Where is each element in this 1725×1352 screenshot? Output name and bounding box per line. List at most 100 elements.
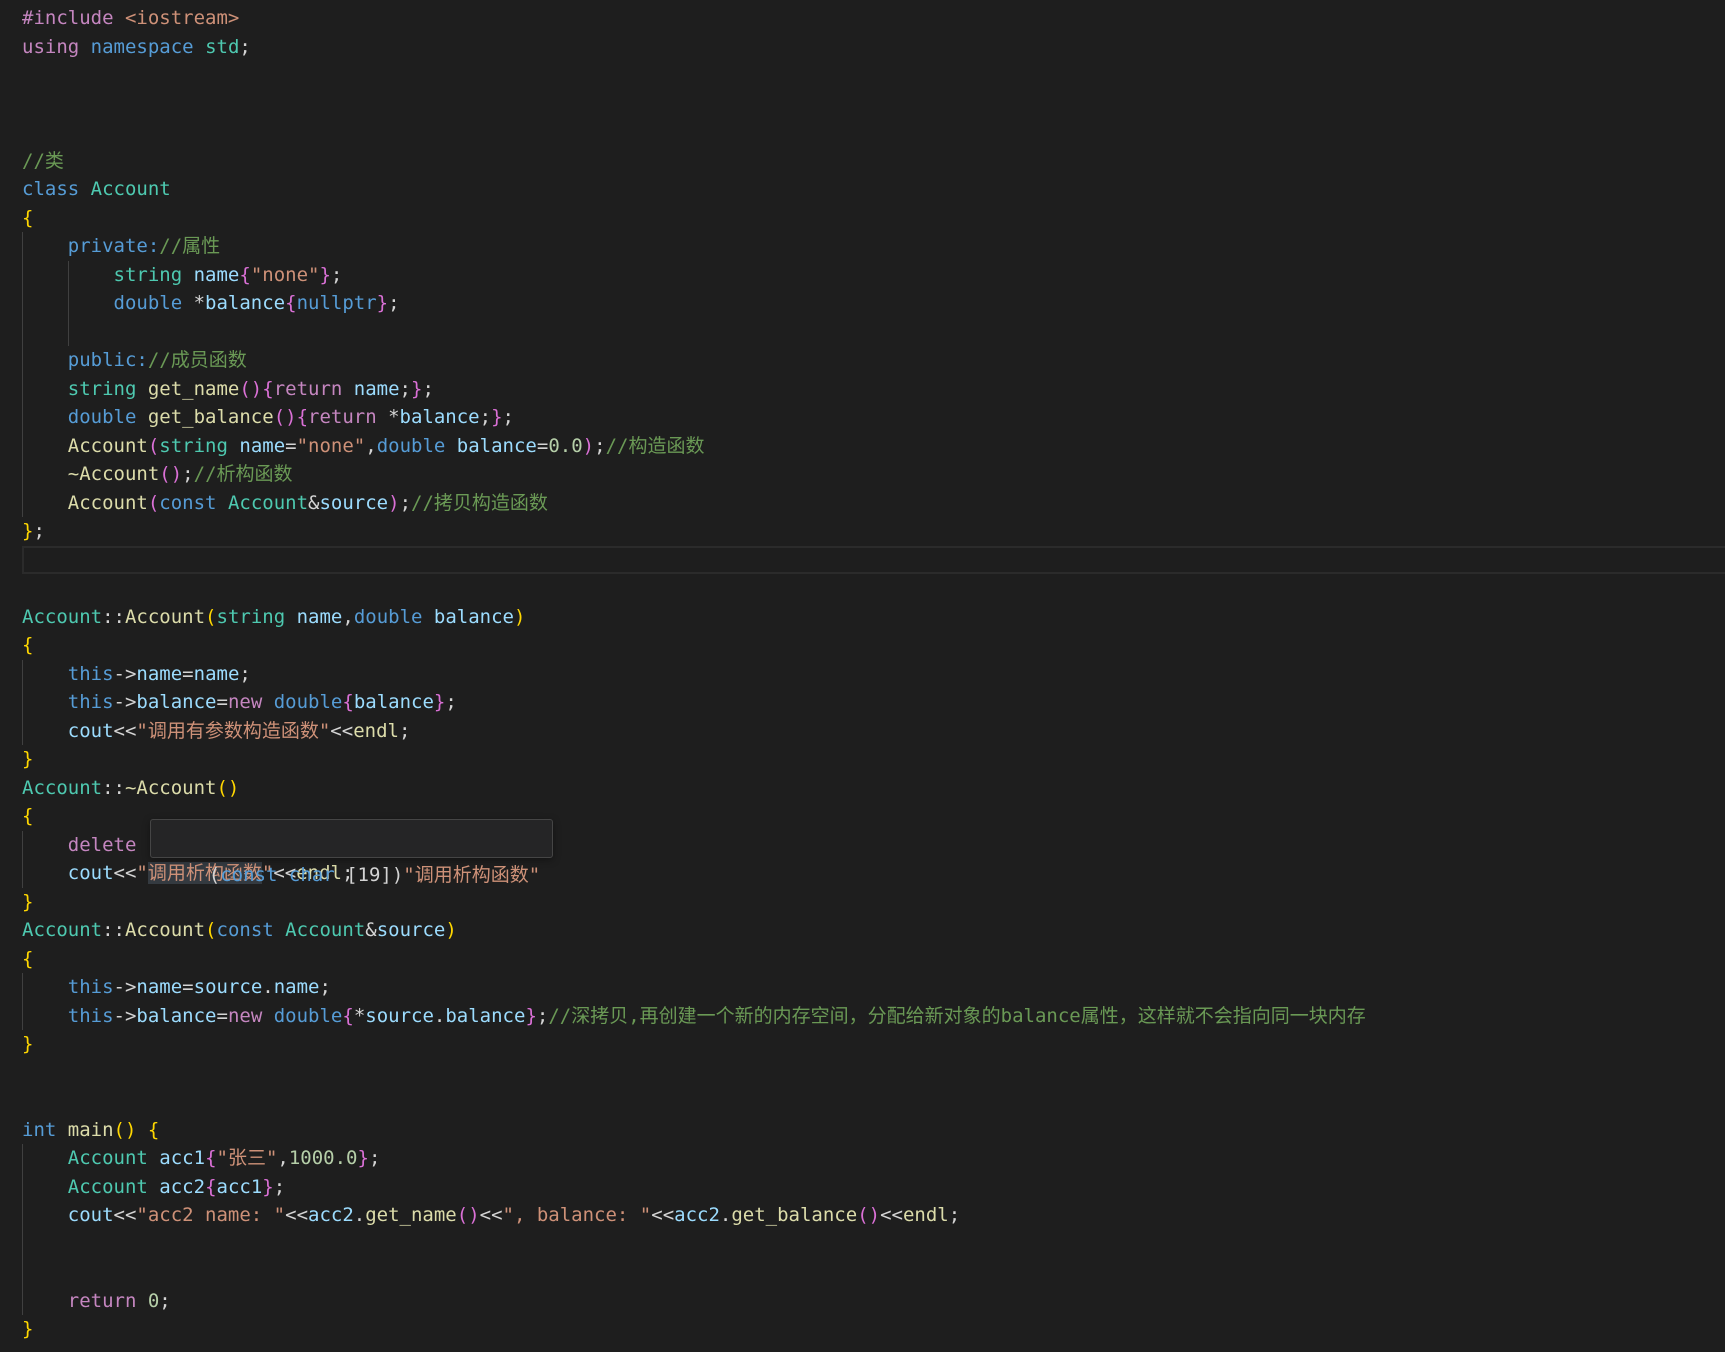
code-line[interactable]: public://成员函数	[22, 346, 1725, 375]
code-token: (){	[239, 377, 274, 400]
code-line[interactable]: Account::Account(string name,double bala…	[22, 603, 1725, 632]
code-token: *	[182, 292, 206, 314]
code-token: ->	[113, 662, 137, 685]
code-token: source	[193, 976, 263, 998]
code-token: return	[22, 1289, 137, 1312]
code-line[interactable]: Account acc2{acc1};	[22, 1173, 1725, 1202]
code-token: (	[147, 434, 160, 457]
code-token: {	[22, 206, 34, 229]
code-line[interactable]	[22, 1258, 1725, 1287]
code-line[interactable]: this->name=source.name;	[22, 973, 1725, 1002]
code-line[interactable]: Account(const Account&source);//拷贝构造函数	[22, 489, 1725, 518]
code-token: "none"	[250, 263, 320, 286]
code-line[interactable]: };	[22, 517, 1725, 546]
code-line[interactable]: }	[22, 1315, 1725, 1344]
code-line[interactable]: private://属性	[22, 232, 1725, 261]
code-line[interactable]	[22, 546, 1725, 575]
code-token: int	[22, 1118, 57, 1141]
code-token: ~Account	[22, 463, 160, 485]
code-token: using	[22, 35, 80, 58]
code-token: ;	[445, 691, 457, 713]
code-token: get_balance	[147, 406, 274, 428]
code-line[interactable]: cout<<"调用有参数构造函数"<<endl;	[22, 717, 1725, 746]
code-token: name	[239, 434, 286, 457]
code-line[interactable]: double get_balance(){return *balance;};	[22, 403, 1725, 432]
code-line[interactable]: Account acc1{"张三",1000.0};	[22, 1144, 1725, 1173]
code-token: 1000.0	[288, 1147, 358, 1169]
code-line[interactable]: Account::~Account()	[22, 774, 1725, 803]
code-token: ;	[948, 1204, 961, 1226]
code-line[interactable]: {	[22, 631, 1725, 660]
code-line[interactable]	[22, 90, 1725, 119]
code-line[interactable]: ~Account();//析构函数	[22, 460, 1725, 489]
code-token: =	[536, 434, 549, 457]
code-token: source	[365, 1004, 434, 1027]
code-token: name	[136, 976, 183, 998]
code-line[interactable]: }	[22, 1030, 1725, 1059]
code-line[interactable]: int main() {	[22, 1116, 1725, 1145]
code-token: }	[411, 377, 423, 400]
code-token: ->	[113, 691, 137, 713]
code-token: =	[182, 976, 194, 998]
code-token: double	[353, 605, 423, 628]
code-token: double	[376, 434, 446, 457]
code-token: double	[273, 691, 343, 713]
code-token: ->	[113, 976, 137, 998]
code-line[interactable]: using namespace std;	[22, 33, 1725, 62]
code-line[interactable]: }	[22, 745, 1725, 774]
code-line[interactable]: #include <iostream>	[22, 4, 1725, 33]
code-area[interactable]: #include <iostream> using namespace std; /…	[22, 4, 1725, 1344]
code-token: }	[491, 406, 503, 428]
code-token: name	[193, 662, 240, 685]
code-token: ()	[456, 1204, 480, 1226]
code-token: <<	[113, 862, 137, 884]
code-token: }	[525, 1004, 537, 1027]
code-token: name	[296, 605, 343, 628]
code-token: ;	[273, 1175, 286, 1198]
code-line[interactable]	[22, 574, 1725, 603]
code-line[interactable]: string name{"none"};	[22, 261, 1725, 290]
code-line[interactable]: {	[22, 204, 1725, 233]
code-token: (	[147, 491, 160, 514]
code-token: .	[433, 1004, 446, 1027]
code-line[interactable]	[22, 1230, 1725, 1259]
code-line[interactable]: {	[22, 945, 1725, 974]
code-token: (){	[273, 406, 309, 428]
code-line[interactable]: double *balance{nullptr};	[22, 289, 1725, 318]
hover-content: (const char [19])"调用析构函数"	[209, 864, 540, 886]
code-line[interactable]: this->balance=new double{*source.balance…	[22, 1002, 1725, 1031]
code-token: =	[285, 434, 297, 457]
code-line[interactable]	[22, 318, 1725, 347]
code-token: name	[136, 662, 183, 685]
code-token: ;	[182, 463, 194, 485]
code-line[interactable]: Account::Account(const Account&source)	[22, 916, 1725, 945]
code-line[interactable]: //类	[22, 147, 1725, 176]
code-line[interactable]: return 0;	[22, 1287, 1725, 1316]
code-token: new	[227, 1004, 263, 1027]
code-line[interactable]: this->balance=new double{balance};	[22, 688, 1725, 717]
code-token: {	[342, 1004, 354, 1027]
code-token: double	[22, 406, 137, 428]
code-token: //深拷贝,再创建一个新的内存空间，分配给新对象的balance属性，这样就不会…	[548, 1004, 1366, 1027]
code-token: }	[22, 748, 34, 770]
code-line[interactable]	[22, 1059, 1725, 1088]
code-token: ;	[33, 520, 45, 542]
code-line[interactable]: Account(string name="none",double balanc…	[22, 432, 1725, 461]
code-line[interactable]	[22, 1087, 1725, 1116]
code-editor[interactable]: #include <iostream> using namespace std; /…	[0, 0, 1725, 1352]
code-token: const	[216, 919, 274, 941]
code-line[interactable]: string get_name(){return name;};	[22, 375, 1725, 404]
code-token: ;	[502, 406, 514, 428]
code-line[interactable]	[22, 118, 1725, 147]
code-line[interactable]: class Account	[22, 175, 1725, 204]
code-line[interactable]: this->name=name;	[22, 660, 1725, 689]
code-token: acc2	[159, 1175, 206, 1198]
code-line[interactable]: cout<<"acc2 name: "<<acc2.get_name()<<",…	[22, 1201, 1725, 1230]
code-line[interactable]	[22, 61, 1725, 90]
code-token: {	[22, 634, 34, 656]
code-token: endl	[902, 1204, 949, 1226]
